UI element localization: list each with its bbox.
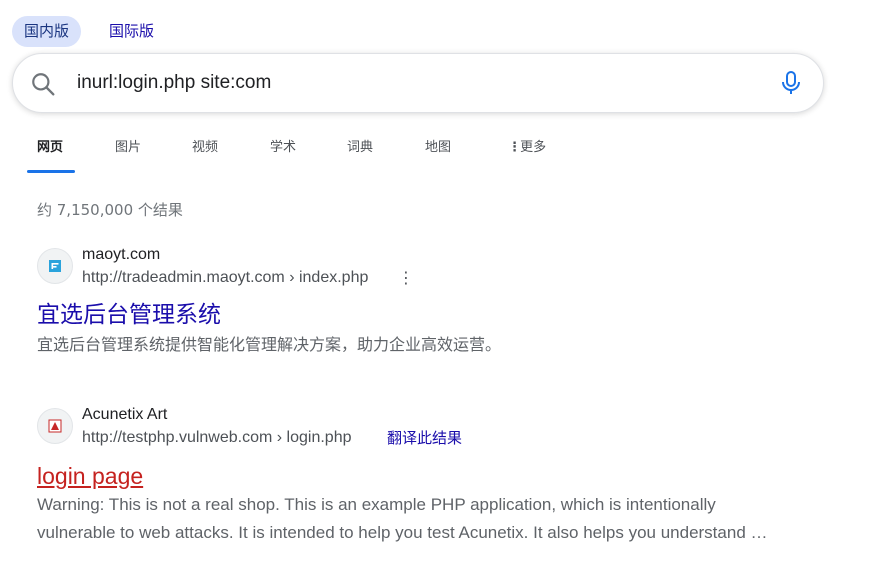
region-tab-international[interactable]: 国际版 [97, 16, 166, 47]
result-snippet: 宜选后台管理系统提供智能化管理解决方案，助力企业高效运营。 [37, 335, 502, 354]
results-count: 约 7,150,000 个结果 [37, 201, 183, 219]
acunetix-logo-icon [48, 419, 62, 433]
tab-more[interactable]: ⋮ 更多 [508, 138, 546, 158]
result-snippet-line-1: Warning: This is not a real shop. This i… [37, 495, 716, 514]
result-title[interactable]: login page [37, 461, 143, 491]
more-vertical-icon[interactable]: ⋮ [398, 268, 414, 288]
tab-videos[interactable]: 视频 [192, 138, 218, 158]
result-snippet-line-2: vulnerable to web attacks. It is intende… [37, 523, 768, 542]
more-vertical-icon: ⋮ [508, 140, 521, 155]
region-tab-domestic[interactable]: 国内版 [12, 16, 82, 47]
tab-academic[interactable]: 学术 [270, 138, 296, 158]
search-box [12, 53, 824, 113]
search-input[interactable] [77, 66, 757, 100]
result-title[interactable]: 宜选后台管理系统 [37, 300, 221, 330]
tab-dictionary[interactable]: 词典 [347, 138, 373, 158]
active-tab-indicator [27, 170, 75, 173]
result-url[interactable]: http://testphp.vulnweb.com › login.php [82, 428, 352, 448]
search-icon[interactable] [30, 71, 56, 97]
tab-web[interactable]: 网页 [37, 138, 63, 158]
mic-icon[interactable] [779, 70, 803, 96]
tab-more-label: 更多 [520, 140, 547, 155]
site-favicon[interactable] [37, 248, 73, 284]
result-site-name[interactable]: Acunetix Art [82, 405, 167, 425]
translate-result-link[interactable]: 翻译此结果 [387, 428, 462, 448]
result-url[interactable]: http://tradeadmin.maoyt.com › index.php [82, 268, 368, 288]
result-site-name[interactable]: maoyt.com [82, 245, 160, 265]
tab-maps[interactable]: 地图 [425, 138, 451, 158]
site-favicon[interactable] [37, 408, 73, 444]
tab-images[interactable]: 图片 [115, 138, 141, 158]
maoyt-logo-icon [49, 260, 61, 272]
